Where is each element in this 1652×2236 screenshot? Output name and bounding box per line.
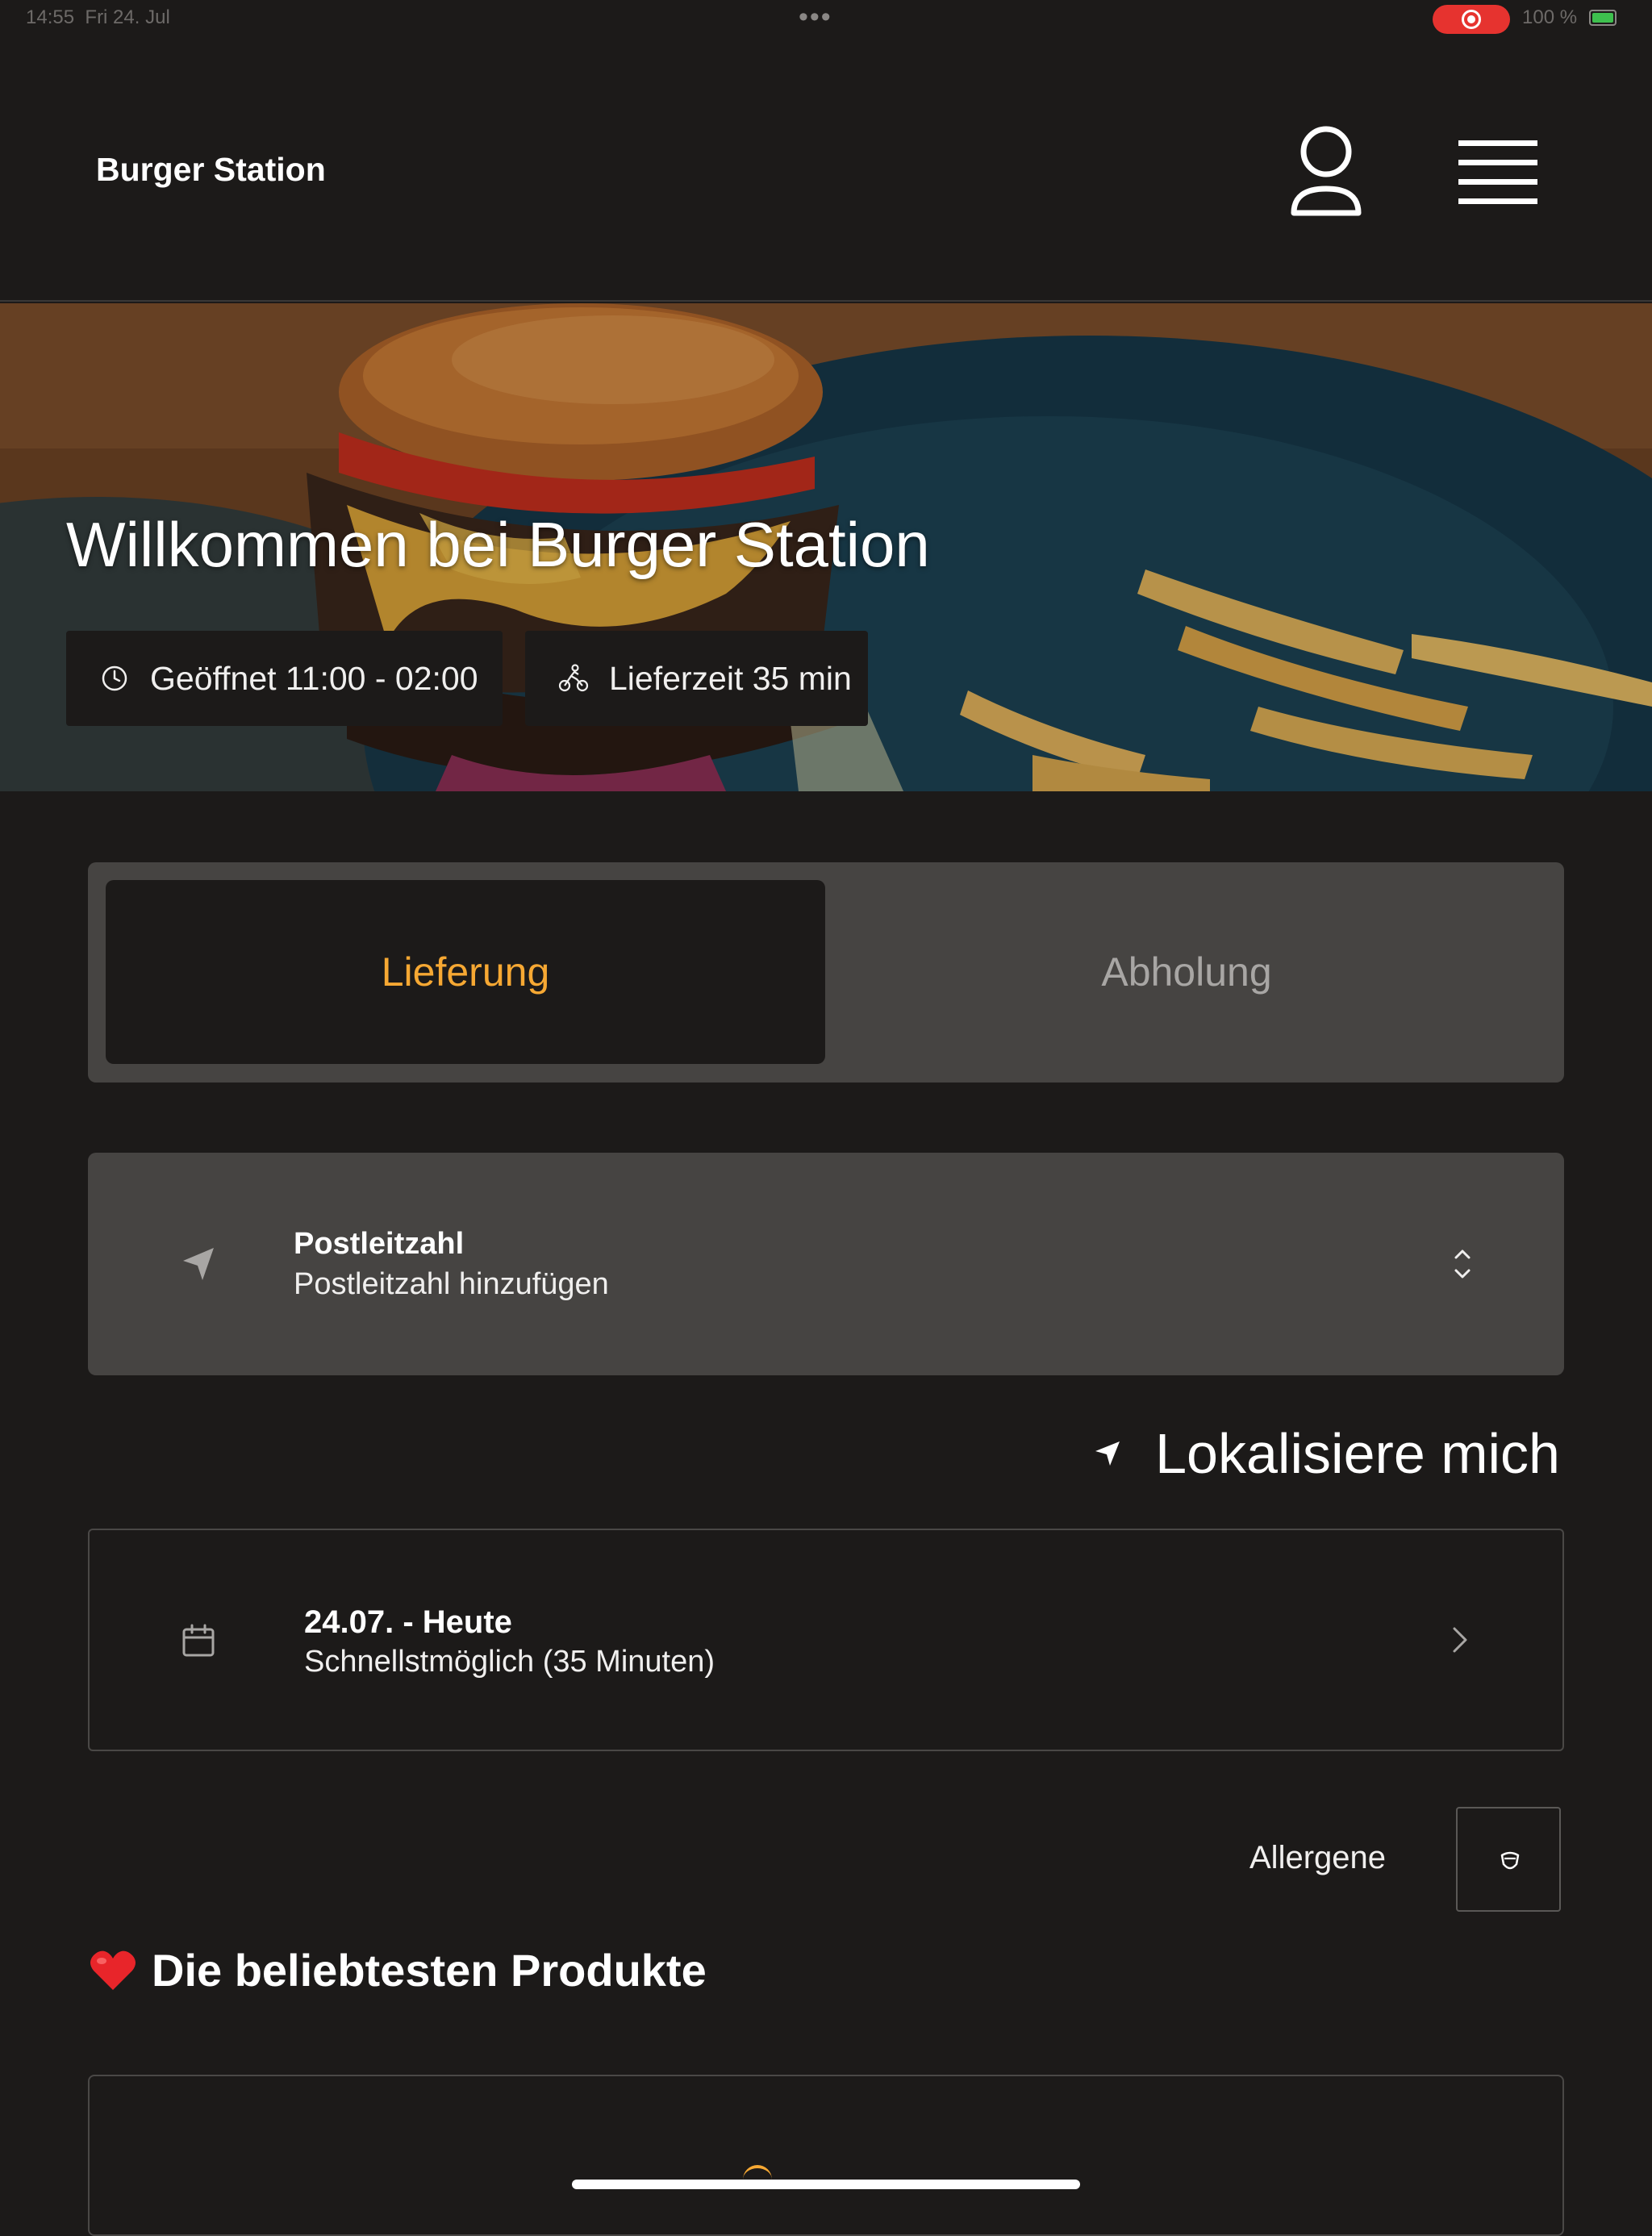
home-indicator[interactable] <box>572 2180 1080 2189</box>
tab-delivery[interactable]: Lieferung <box>106 880 825 1064</box>
status-bar: 14:55 Fri 24. Jul ••• 100 % <box>0 0 1652 37</box>
tab-pickup[interactable]: Abholung <box>827 880 1546 1064</box>
user-account-button[interactable] <box>1286 124 1366 221</box>
clock-icon <box>102 665 127 691</box>
app-header: Burger Station <box>0 37 1652 302</box>
heart-icon <box>90 1950 136 1990</box>
screen-recording-indicator[interactable] <box>1433 5 1510 34</box>
battery-icon <box>1589 10 1617 26</box>
multitasking-dots-icon[interactable]: ••• <box>799 2 832 33</box>
location-arrow-icon <box>183 1248 214 1280</box>
bicycle-courier-icon <box>558 664 589 692</box>
opening-hours-text: Geöffnet 11:00 - 02:00 <box>150 659 478 697</box>
battery-percentage: 100 % <box>1522 6 1578 28</box>
postcode-placeholder: Postleitzahl hinzufügen <box>294 1267 609 1301</box>
locate-me-button[interactable]: Lokalisiere mich <box>1092 1421 1560 1486</box>
hamburger-menu-button[interactable] <box>1457 134 1539 206</box>
locate-me-label: Lokalisiere mich <box>1155 1422 1560 1485</box>
allergen-shield-icon <box>1500 1851 1520 1870</box>
user-icon <box>1291 126 1362 216</box>
location-arrow-icon <box>1095 1441 1120 1466</box>
menu-icon <box>1458 140 1537 204</box>
calendar-icon <box>182 1624 215 1657</box>
hero-banner: Willkommen bei Burger Station Geöffnet 1… <box>0 303 1652 791</box>
delivery-time-badge: Lieferzeit 35 min <box>525 631 868 726</box>
allergens-label[interactable]: Allergene <box>1249 1840 1386 1876</box>
products-list <box>88 2075 1564 2236</box>
order-type-switch: Lieferung Abholung <box>88 862 1564 1083</box>
delivery-time-text: Lieferzeit 35 min <box>609 659 852 697</box>
section-title-text: Die beliebtesten Produkte <box>152 1945 707 1996</box>
opening-hours-badge: Geöffnet 11:00 - 02:00 <box>66 631 503 726</box>
delivery-date: 24.07. - Heute <box>304 1604 512 1640</box>
brand-name[interactable]: Burger Station <box>96 151 326 189</box>
status-time: 14:55 Fri 24. Jul <box>26 6 170 28</box>
chevron-up-down-icon <box>1454 1249 1471 1279</box>
postcode-selector[interactable]: Postleitzahl Postleitzahl hinzufügen <box>88 1153 1564 1375</box>
chevron-right-icon <box>1453 1627 1467 1653</box>
allergens-filter-button[interactable] <box>1456 1807 1561 1912</box>
postcode-title: Postleitzahl <box>294 1227 465 1261</box>
popular-products-heading: Die beliebtesten Produkte <box>89 1944 707 1996</box>
hero-title: Willkommen bei Burger Station <box>66 509 930 580</box>
delivery-date-selector[interactable]: 24.07. - Heute Schnellstmöglich (35 Minu… <box>88 1529 1564 1751</box>
delivery-slot: Schnellstmöglich (35 Minuten) <box>304 1645 715 1679</box>
